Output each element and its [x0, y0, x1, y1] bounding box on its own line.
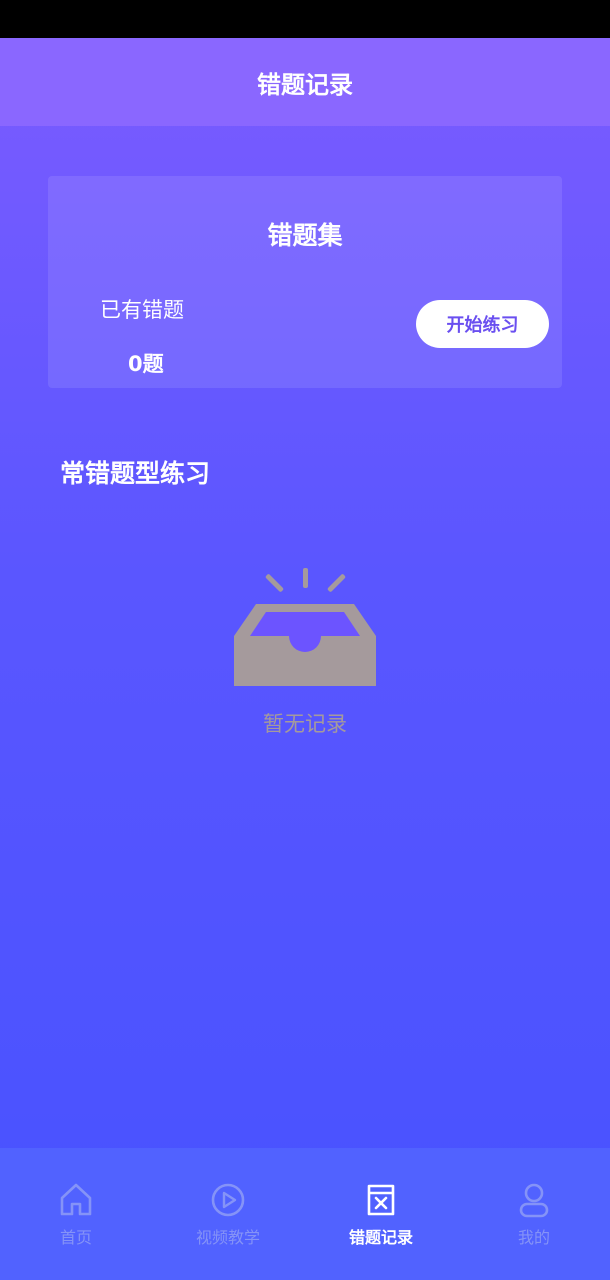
tab-label-wrong-record: 错题记录 [348, 1228, 413, 1247]
play-icon [211, 1183, 245, 1217]
tab-home[interactable]: 首页 [0, 1180, 152, 1268]
tab-profile[interactable]: 我的 [458, 1180, 610, 1268]
status-bar [0, 0, 610, 38]
profile-icon [519, 1183, 549, 1218]
home-icon [60, 1183, 92, 1216]
tab-video[interactable]: 视频教学 [152, 1180, 304, 1268]
section-title: 常错题型练习 [60, 459, 211, 488]
tab-wrong-record[interactable]: 错题记录 [305, 1180, 457, 1268]
tab-label-video: 视频教学 [195, 1228, 260, 1247]
page-header: 错题记录 [0, 38, 610, 126]
wrong-count-value: 0题 [128, 352, 164, 376]
bottom-tab-bar: 首页 视频教学 错题记录 我的 [0, 1148, 610, 1280]
wrong-record-icon [367, 1184, 395, 1216]
empty-inbox-icon [234, 568, 376, 686]
start-practice-button[interactable]: 开始练习 [416, 300, 549, 348]
tab-label-profile: 我的 [517, 1228, 550, 1247]
tab-label-home: 首页 [59, 1228, 92, 1247]
page-title: 错题记录 [257, 70, 353, 99]
card-title: 错题集 [267, 221, 343, 250]
wrong-questions-card: 错题集 已有错题 0题 开始练习 [48, 176, 562, 388]
wrong-count-label: 已有错题 [100, 298, 184, 322]
empty-state-text: 暂无记录 [263, 712, 347, 736]
